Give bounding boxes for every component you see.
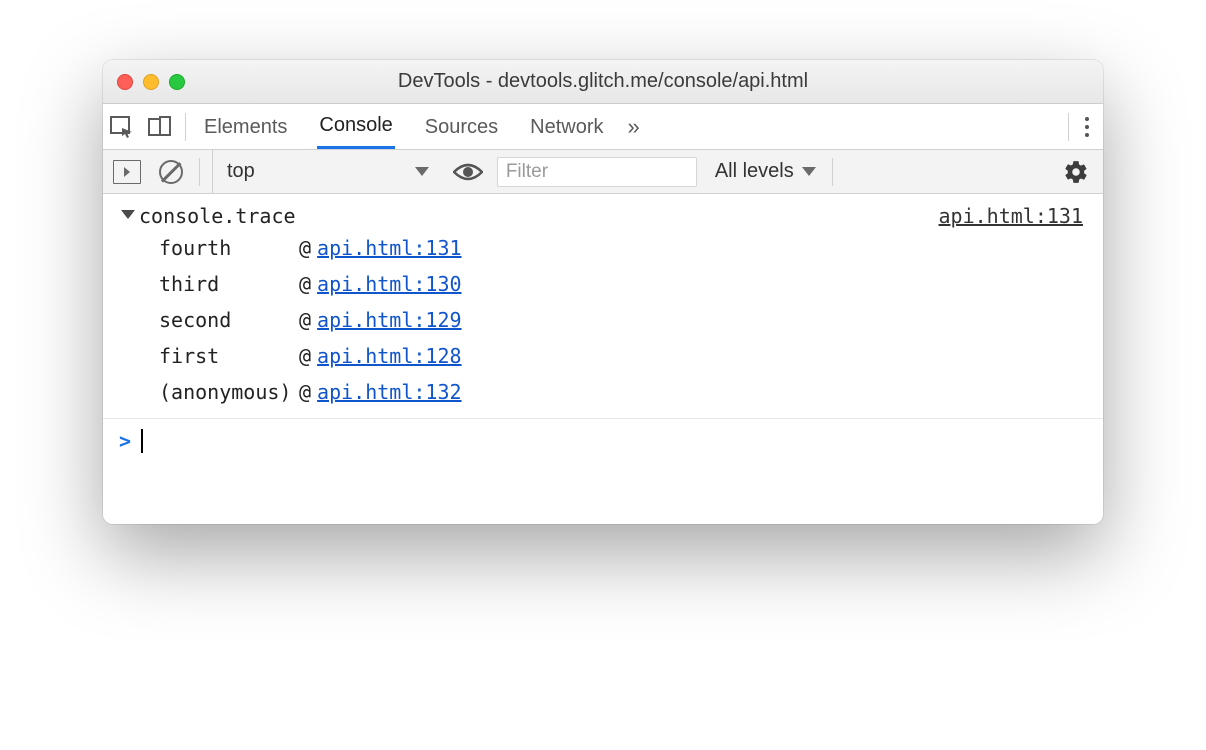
log-levels-selector[interactable]: All levels (715, 160, 816, 183)
frame-location-link[interactable]: api.html:130 (317, 272, 462, 296)
device-toolbar-icon[interactable] (141, 116, 179, 138)
devtools-window: DevTools - devtools.glitch.me/console/ap… (103, 60, 1103, 524)
frame-at: @ (299, 236, 311, 260)
stack-frame: first @ api.html:128 (159, 338, 1103, 374)
trace-source-link[interactable]: api.html:131 (939, 204, 1084, 228)
frame-location-link[interactable]: api.html:131 (317, 236, 462, 260)
frame-at: @ (299, 380, 311, 404)
tab-console[interactable]: Console (317, 104, 394, 149)
inspect-element-icon[interactable] (103, 116, 141, 138)
live-expression-icon[interactable] (453, 162, 483, 182)
devtools-tabbar: Elements Console Sources Network » (103, 104, 1103, 150)
console-output: console.trace api.html:131 fourth @ api.… (103, 194, 1103, 524)
frame-function: second (159, 308, 299, 332)
filter-input[interactable] (497, 157, 697, 187)
divider (1068, 113, 1069, 141)
tab-elements[interactable]: Elements (202, 106, 289, 148)
tab-network[interactable]: Network (528, 106, 605, 148)
context-selector[interactable]: top (212, 150, 443, 193)
frame-function: third (159, 272, 299, 296)
traffic-lights (117, 74, 185, 90)
console-settings-icon[interactable] (1063, 159, 1089, 185)
tab-sources[interactable]: Sources (423, 106, 500, 148)
disclosure-triangle-icon[interactable] (121, 210, 135, 219)
trace-group-header[interactable]: console.trace api.html:131 (103, 202, 1103, 230)
divider (832, 158, 833, 186)
frame-at: @ (299, 344, 311, 368)
maximize-icon[interactable] (169, 74, 185, 90)
console-toolbar: top All levels (103, 150, 1103, 194)
frame-at: @ (299, 308, 311, 332)
frame-function: fourth (159, 236, 299, 260)
chevron-right-icon: > (119, 429, 131, 453)
stack-frame: (anonymous) @ api.html:132 (159, 374, 1103, 410)
frame-location-link[interactable]: api.html:129 (317, 308, 462, 332)
window-title: DevTools - devtools.glitch.me/console/ap… (103, 70, 1103, 93)
caret-icon (141, 429, 143, 453)
console-prompt[interactable]: > (103, 419, 1103, 463)
divider (199, 158, 200, 186)
chevron-down-icon (802, 167, 816, 176)
trace-label: console.trace (139, 204, 296, 228)
log-levels-label: All levels (715, 160, 794, 183)
frame-function: first (159, 344, 299, 368)
tabs-overflow-icon[interactable]: » (628, 114, 640, 140)
frame-function: (anonymous) (159, 380, 299, 404)
kebab-menu-icon[interactable] (1085, 117, 1089, 137)
console-sidebar-toggle-icon[interactable] (113, 160, 141, 184)
stack-frames: fourth @ api.html:131 third @ api.html:1… (103, 230, 1103, 410)
divider (185, 113, 186, 141)
frame-at: @ (299, 272, 311, 296)
stack-frame: second @ api.html:129 (159, 302, 1103, 338)
clear-console-icon[interactable] (159, 160, 183, 184)
minimize-icon[interactable] (143, 74, 159, 90)
titlebar: DevTools - devtools.glitch.me/console/ap… (103, 60, 1103, 104)
context-selector-label: top (227, 160, 255, 183)
chevron-down-icon (415, 167, 429, 176)
frame-location-link[interactable]: api.html:132 (317, 380, 462, 404)
frame-location-link[interactable]: api.html:128 (317, 344, 462, 368)
tabs: Elements Console Sources Network (202, 104, 606, 149)
stack-frame: third @ api.html:130 (159, 266, 1103, 302)
close-icon[interactable] (117, 74, 133, 90)
stack-frame: fourth @ api.html:131 (159, 230, 1103, 266)
